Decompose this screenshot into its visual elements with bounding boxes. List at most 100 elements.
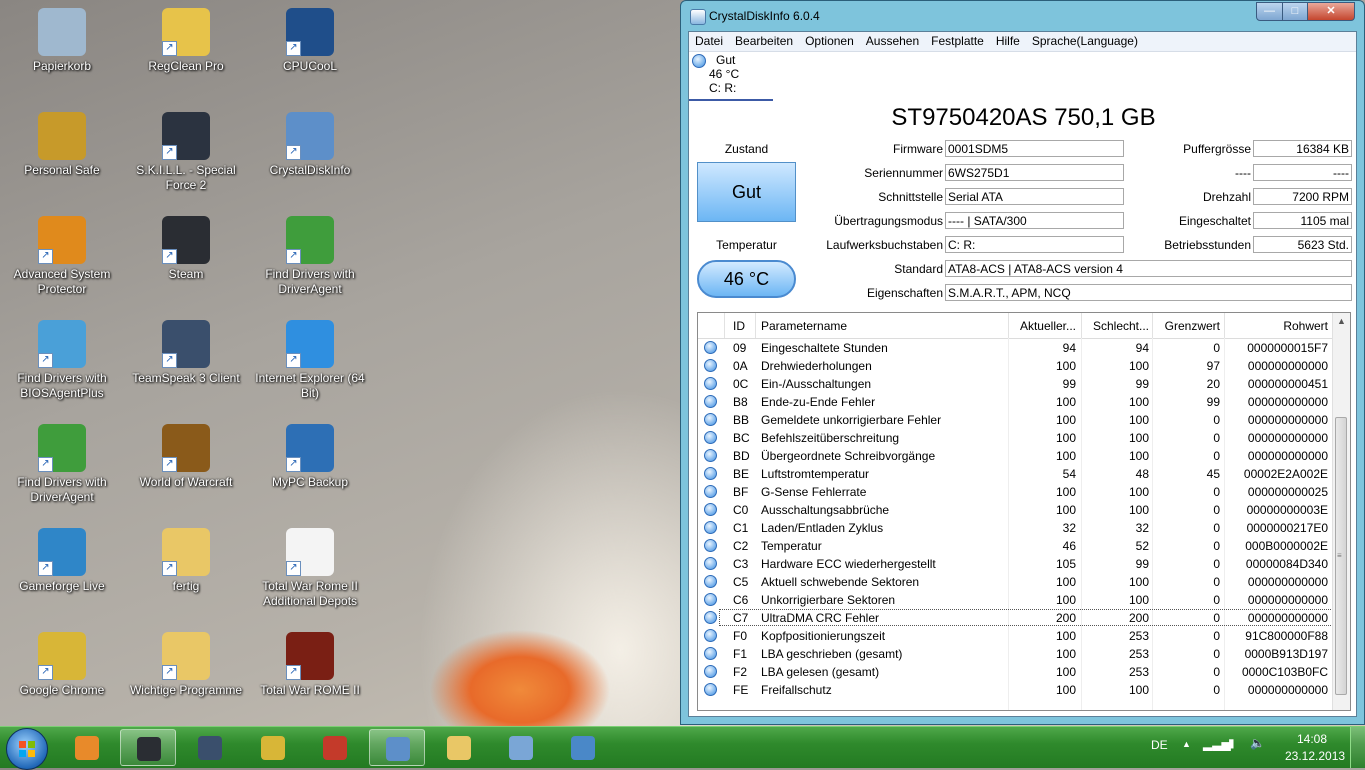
- desktop-icon[interactable]: ↗ Gameforge Live: [0, 528, 124, 594]
- table-row[interactable]: FE Freifallschutz 100 100 0 000000000000: [698, 681, 1334, 699]
- clock-time[interactable]: 14:08: [1297, 732, 1327, 746]
- eingeschaltet-field: 1105 mal: [1253, 212, 1352, 229]
- desktop-icon-label: Gameforge Live: [19, 579, 105, 593]
- volume-icon[interactable]: 🔈: [1250, 736, 1265, 750]
- desktop-icon[interactable]: ↗ Wichtige Programme: [124, 632, 248, 698]
- desktop-icon[interactable]: ↗ Advanced System Protector: [0, 216, 124, 297]
- col-parametername[interactable]: Parametername: [761, 319, 847, 333]
- desktop-icon[interactable]: Papierkorb: [0, 8, 124, 74]
- taskbar-app-button[interactable]: [431, 729, 487, 766]
- close-button[interactable]: ✕: [1307, 2, 1355, 21]
- table-row[interactable]: BC Befehlszeitüberschreitung 100 100 0 000000…: [698, 429, 1334, 447]
- table-row[interactable]: BE Luftstromtemperatur 54 48 45 00002E2A002E: [698, 465, 1334, 483]
- show-hidden-icons[interactable]: ▲: [1182, 739, 1191, 749]
- col-schlechtester[interactable]: Schlecht...: [1083, 319, 1149, 333]
- desktop-icon[interactable]: ↗ CPUCooL: [248, 8, 372, 74]
- desktop-icon[interactable]: ↗ TeamSpeak 3 Client: [124, 320, 248, 386]
- table-row[interactable]: 0C Ein-/Ausschaltungen 99 99 20 000000000451: [698, 375, 1334, 393]
- clock-date[interactable]: 23.12.2013: [1285, 749, 1345, 763]
- cell-id: BC: [733, 431, 750, 445]
- network-signal-icon[interactable]: ▂▃▅: [1203, 737, 1231, 751]
- desktop-icon[interactable]: ↗ Internet Explorer (64 Bit): [248, 320, 372, 401]
- taskbar-app-button[interactable]: [120, 729, 176, 766]
- menu-optionen[interactable]: Optionen: [799, 32, 860, 51]
- table-row[interactable]: C0 Ausschaltungsabbrüche 100 100 0 0000000000…: [698, 501, 1334, 519]
- col-rohwert[interactable]: Rohwert: [1228, 319, 1328, 333]
- table-row[interactable]: C7 UltraDMA CRC Fehler 200 200 0 000000000000: [698, 609, 1334, 627]
- taskbar-app-button[interactable]: [245, 729, 301, 766]
- col-grenzwert[interactable]: Grenzwert: [1156, 319, 1220, 333]
- table-row[interactable]: BB Gemeldete unkorrigierbare Fehler 100 100…: [698, 411, 1334, 429]
- desktop-icon[interactable]: ↗ Steam: [124, 216, 248, 282]
- table-row[interactable]: 09 Eingeschaltete Stunden 94 94 0 0000000015F…: [698, 339, 1334, 357]
- smart-attribute-table: ID Parametername Aktueller... Schlecht..…: [697, 312, 1351, 711]
- menu-datei[interactable]: Datei: [689, 32, 729, 51]
- desktop-icon[interactable]: ↗ CrystalDiskInfo: [248, 112, 372, 178]
- taskbar-app-button[interactable]: [182, 729, 238, 766]
- standard-label: Standard: [894, 262, 943, 276]
- table-row[interactable]: BF G-Sense Fehlerrate 100 100 0 000000000025: [698, 483, 1334, 501]
- table-row[interactable]: 0A Drehwiederholungen 100 100 97 000000000000: [698, 357, 1334, 375]
- desktop-icon[interactable]: ↗ S.K.I.L.L. - Special Force 2: [124, 112, 248, 193]
- status-dot-icon: [704, 539, 717, 552]
- desktop-icon[interactable]: ↗ Find Drivers with DriverAgent: [0, 424, 124, 505]
- shortcut-arrow-icon: ↗: [38, 353, 53, 368]
- cell-current: 100: [1055, 395, 1076, 409]
- cell-threshold: 97: [1206, 359, 1220, 373]
- language-indicator[interactable]: DE: [1151, 738, 1168, 752]
- table-row[interactable]: C6 Unkorrigierbare Sektoren 100 100 0 0000000…: [698, 591, 1334, 609]
- vertical-scrollbar[interactable]: ▲ ≡: [1332, 313, 1350, 710]
- status-dot-icon: [704, 377, 717, 390]
- table-row[interactable]: BD Übergeordnete Schreibvorgänge 100 100 0 00…: [698, 447, 1334, 465]
- maximize-button[interactable]: □: [1282, 2, 1308, 21]
- scroll-up-icon[interactable]: ▲: [1337, 316, 1346, 326]
- battery-icon[interactable]: ▮: [1228, 736, 1235, 750]
- table-row[interactable]: B8 Ende-zu-Ende Fehler 100 100 99 00000000000…: [698, 393, 1334, 411]
- cell-current: 54: [1062, 467, 1076, 481]
- taskbar-app-button[interactable]: [307, 729, 363, 766]
- chrome-icon: [261, 736, 285, 760]
- table-row[interactable]: F1 LBA geschrieben (gesamt) 100 253 0 0000B91…: [698, 645, 1334, 663]
- desktop-icon[interactable]: ↗ MyPC Backup: [248, 424, 372, 490]
- desktop-icon[interactable]: Personal Safe: [0, 112, 124, 178]
- drehzahl-label: Drehzahl: [1202, 190, 1251, 204]
- regclean-icon: ↗: [162, 8, 210, 56]
- menu-sprache[interactable]: Sprache(Language): [1026, 32, 1144, 51]
- table-row[interactable]: C1 Laden/Entladen Zyklus 32 32 0 0000000217E0: [698, 519, 1334, 537]
- table-row[interactable]: C3 Hardware ECC wiederhergestellt 105 99 0 00…: [698, 555, 1334, 573]
- title-bar[interactable]: CrystalDiskInfo 6.0.4 — □ ✕: [681, 1, 1364, 31]
- desktop-icon[interactable]: ↗ World of Warcraft: [124, 424, 248, 490]
- cell-name: LBA geschrieben (gesamt): [761, 647, 903, 661]
- cell-raw: 000000000000: [1247, 413, 1328, 427]
- cell-raw: 0000000015F7: [1247, 341, 1328, 355]
- taskbar-app-button[interactable]: [59, 729, 115, 766]
- drive-tab[interactable]: Gut 46 °C C: R:: [689, 51, 773, 101]
- minimize-button[interactable]: —: [1256, 2, 1283, 21]
- col-aktueller[interactable]: Aktueller...: [1010, 319, 1076, 333]
- desktop-icon[interactable]: ↗ Find Drivers with BIOSAgentPlus: [0, 320, 124, 401]
- desktop-icon[interactable]: ↗ Find Drivers with DriverAgent: [248, 216, 372, 297]
- col-id[interactable]: ID: [733, 319, 745, 333]
- desktop-icon[interactable]: ↗ Total War Rome II Additional Depots: [248, 528, 372, 609]
- table-row[interactable]: C2 Temperatur 46 52 0 000B0000002E: [698, 537, 1334, 555]
- cell-id: C1: [733, 521, 749, 535]
- start-button[interactable]: [6, 728, 48, 770]
- table-row[interactable]: C5 Aktuell schwebende Sektoren 100 100 0 0000…: [698, 573, 1334, 591]
- taskbar-app-button[interactable]: [555, 729, 611, 766]
- cell-worst: 48: [1135, 467, 1149, 481]
- table-row[interactable]: F0 Kopfpositionierungszeit 100 253 0 91C80000…: [698, 627, 1334, 645]
- desktop-icon[interactable]: ↗ Total War ROME II: [248, 632, 372, 698]
- desktop-icon[interactable]: ↗ Google Chrome: [0, 632, 124, 698]
- menu-bearbeiten[interactable]: Bearbeiten: [729, 32, 799, 51]
- desktop-icon[interactable]: ↗ RegClean Pro: [124, 8, 248, 74]
- show-desktop-button[interactable]: [1350, 727, 1365, 768]
- menu-festplatte[interactable]: Festplatte: [925, 32, 990, 51]
- status-dot-icon: [704, 647, 717, 660]
- menu-aussehen[interactable]: Aussehen: [860, 32, 925, 51]
- taskbar-app-button[interactable]: [369, 729, 425, 766]
- health-status-button[interactable]: Gut: [697, 162, 796, 222]
- desktop-icon[interactable]: ↗ fertig: [124, 528, 248, 594]
- table-row[interactable]: F2 LBA gelesen (gesamt) 100 253 0 0000C103B0F…: [698, 663, 1334, 681]
- taskbar-app-button[interactable]: [493, 729, 549, 766]
- menu-hilfe[interactable]: Hilfe: [990, 32, 1026, 51]
